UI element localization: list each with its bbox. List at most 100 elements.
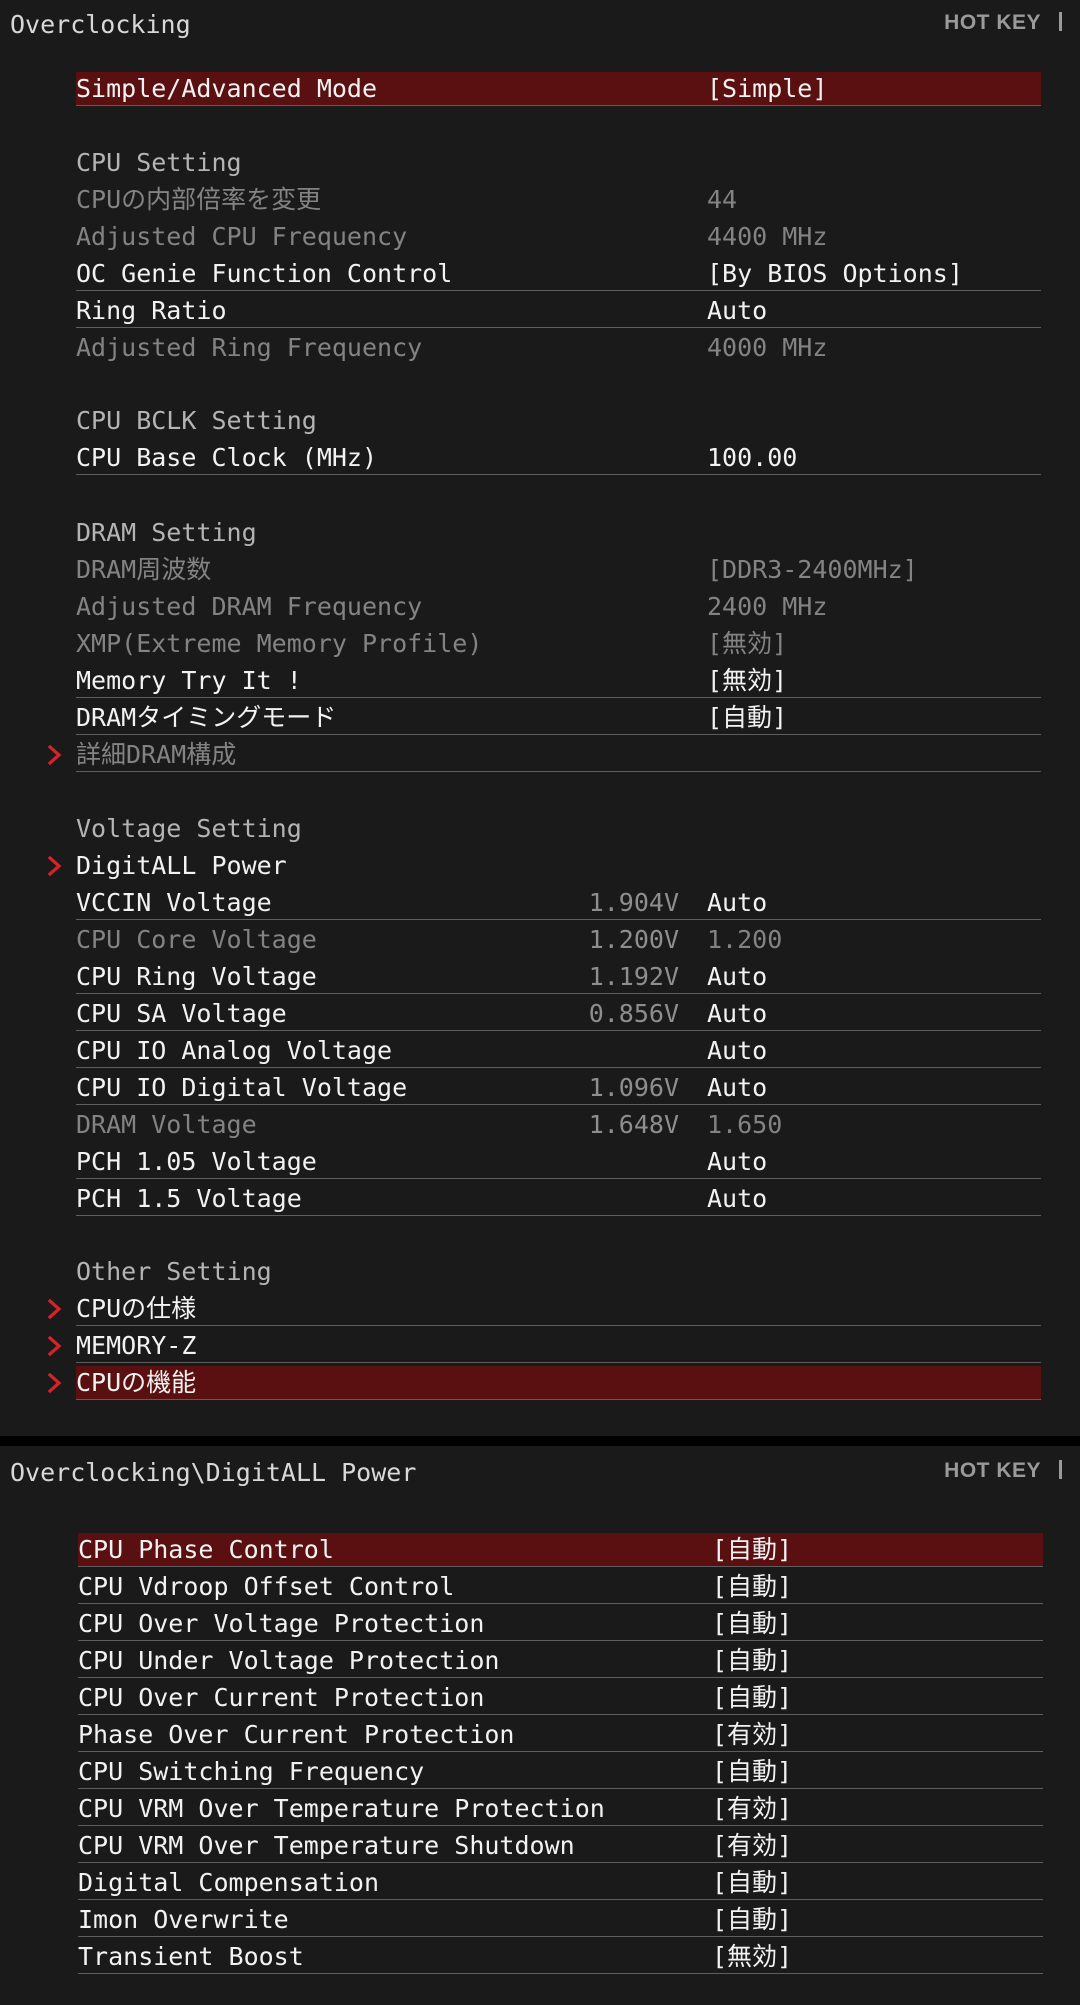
setting-label: CPU Over Voltage Protection xyxy=(78,1609,485,1638)
setting-label: CPU Over Current Protection xyxy=(78,1683,485,1712)
section-header-label: CPU Setting xyxy=(76,148,242,177)
setting-adjusted-ring-frequency: Adjusted Ring Frequency 4000 MHz xyxy=(76,331,1041,364)
setting-label: CPU VRM Over Temperature Shutdown xyxy=(78,1831,575,1860)
page-title: Overclocking xyxy=(10,10,191,39)
setting-transient-boost[interactable]: Transient Boost [無効] xyxy=(78,1940,1043,1974)
setting-label: CPU SA Voltage xyxy=(76,999,287,1028)
setting-label: CPU Switching Frequency xyxy=(78,1757,425,1786)
setting-cpu-sa-voltage[interactable]: CPU SA Voltage 0.856V Auto xyxy=(76,997,1041,1031)
setting-cpu-over-current-protection[interactable]: CPU Over Current Protection [自動] xyxy=(78,1681,1043,1715)
setting-value: 1.650 xyxy=(707,1110,783,1139)
chevron-right-icon xyxy=(47,738,67,771)
hotkey-separator xyxy=(1059,1460,1062,1479)
setting-label: CPU Base Clock (MHz) xyxy=(76,443,378,472)
setting-value: 2400 MHz xyxy=(707,592,828,621)
setting-cpu-phase-control[interactable]: CPU Phase Control [自動] xyxy=(78,1533,1043,1567)
setting-cpu-switching-frequency[interactable]: CPU Switching Frequency [自動] xyxy=(78,1755,1043,1789)
page-title: Overclocking\DigitALL Power xyxy=(10,1458,417,1487)
setting-value: [自動] xyxy=(712,1572,793,1601)
setting-label: OC Genie Function Control xyxy=(76,259,453,288)
setting-value: Auto xyxy=(707,999,768,1028)
digitall-power-panel: Overclocking\DigitALL Power HOT KEY CPU … xyxy=(0,1446,1080,2005)
setting-label: Digital Compensation xyxy=(78,1868,380,1897)
section-header-cpu-bclk: CPU BCLK Setting xyxy=(76,404,1041,437)
hotkey-label: HOT KEY xyxy=(944,11,1041,34)
setting-value: [自動] xyxy=(707,703,788,732)
chevron-right-icon xyxy=(47,1366,67,1399)
setting-cpu-vdroop-offset[interactable]: CPU Vdroop Offset Control [自動] xyxy=(78,1570,1043,1604)
setting-label: CPU IO Analog Voltage xyxy=(76,1036,393,1065)
section-header-label: Voltage Setting xyxy=(76,814,302,843)
setting-ring-ratio[interactable]: Ring Ratio Auto xyxy=(76,294,1041,328)
setting-value: [DDR3-2400MHz] xyxy=(707,555,918,584)
setting-value: Auto xyxy=(707,1184,768,1213)
submenu-memory-z[interactable]: MEMORY-Z xyxy=(76,1329,1041,1363)
setting-xmp: XMP(Extreme Memory Profile) [無効] xyxy=(76,627,1041,660)
setting-value: Auto xyxy=(707,1147,768,1176)
setting-label: CPU Ring Voltage xyxy=(76,962,317,991)
submenu-cpu-features[interactable]: CPUの機能 xyxy=(76,1366,1041,1400)
setting-label: CPU Vdroop Offset Control xyxy=(78,1572,455,1601)
setting-value: [有効] xyxy=(712,1794,793,1823)
setting-value: [有効] xyxy=(712,1831,793,1860)
setting-digital-compensation[interactable]: Digital Compensation [自動] xyxy=(78,1866,1043,1900)
setting-label: CPU Phase Control xyxy=(78,1535,334,1564)
setting-value: [無効] xyxy=(707,629,788,658)
setting-cpu-ratio: CPUの内部倍率を変更 44 xyxy=(76,183,1041,216)
current-voltage-readout: 1.192V xyxy=(588,962,679,991)
setting-value: [自動] xyxy=(712,1535,793,1564)
hotkey-button[interactable]: HOT KEY xyxy=(944,1459,1062,1483)
setting-label: VCCIN Voltage xyxy=(76,888,272,917)
setting-vrm-over-temperature-shutdown[interactable]: CPU VRM Over Temperature Shutdown [有効] xyxy=(78,1829,1043,1863)
setting-imon-overwrite[interactable]: Imon Overwrite [自動] xyxy=(78,1903,1043,1937)
setting-cpu-ring-voltage[interactable]: CPU Ring Voltage 1.192V Auto xyxy=(76,960,1041,994)
chevron-right-icon xyxy=(47,1329,67,1362)
setting-value: [Simple] xyxy=(707,74,828,103)
setting-cpu-io-analog-voltage[interactable]: CPU IO Analog Voltage Auto xyxy=(76,1034,1041,1068)
setting-label: PCH 1.05 Voltage xyxy=(76,1147,317,1176)
hotkey-button[interactable]: HOT KEY xyxy=(944,11,1062,35)
setting-label: Adjusted CPU Frequency xyxy=(76,222,408,251)
setting-cpu-base-clock[interactable]: CPU Base Clock (MHz) 100.00 xyxy=(76,441,1041,475)
submenu-digitall-power[interactable]: DigitALL Power xyxy=(76,849,1041,882)
setting-oc-genie-function-control[interactable]: OC Genie Function Control [By BIOS Optio… xyxy=(76,257,1041,291)
setting-memory-try-it[interactable]: Memory Try It ! [無効] xyxy=(76,664,1041,698)
setting-value: [自動] xyxy=(712,1757,793,1786)
section-header-label: CPU BCLK Setting xyxy=(76,406,317,435)
setting-vccin-voltage[interactable]: VCCIN Voltage 1.904V Auto xyxy=(76,886,1041,920)
setting-cpu-under-voltage-protection[interactable]: CPU Under Voltage Protection [自動] xyxy=(78,1644,1043,1678)
setting-dram-frequency: DRAM周波数 [DDR3-2400MHz] xyxy=(76,553,1041,586)
section-header-voltage: Voltage Setting xyxy=(76,812,1041,845)
section-header-label: Other Setting xyxy=(76,1257,272,1286)
setting-pch-15-voltage[interactable]: PCH 1.5 Voltage Auto xyxy=(76,1182,1041,1216)
setting-label: MEMORY-Z xyxy=(76,1331,197,1360)
setting-dram-timing-mode[interactable]: DRAMタイミングモード [自動] xyxy=(76,701,1041,735)
setting-value: Auto xyxy=(707,888,768,917)
setting-label: DigitALL Power xyxy=(76,851,287,880)
setting-cpu-over-voltage-protection[interactable]: CPU Over Voltage Protection [自動] xyxy=(78,1607,1043,1641)
setting-label: Adjusted DRAM Frequency xyxy=(76,592,423,621)
setting-vrm-over-temperature-protection[interactable]: CPU VRM Over Temperature Protection [有効] xyxy=(78,1792,1043,1826)
setting-label: DRAMタイミングモード xyxy=(76,703,337,732)
setting-value: [無効] xyxy=(707,666,788,695)
section-header-dram: DRAM Setting xyxy=(76,516,1041,549)
setting-cpu-io-digital-voltage[interactable]: CPU IO Digital Voltage 1.096V Auto xyxy=(76,1071,1041,1105)
submenu-cpu-specifications[interactable]: CPUの仕様 xyxy=(76,1292,1041,1326)
setting-label: PCH 1.5 Voltage xyxy=(76,1184,302,1213)
setting-value: 4400 MHz xyxy=(707,222,828,251)
setting-phase-over-current-protection[interactable]: Phase Over Current Protection [有効] xyxy=(78,1718,1043,1752)
setting-label: Ring Ratio xyxy=(76,296,227,325)
setting-value: Auto xyxy=(707,296,768,325)
setting-value: 100.00 xyxy=(707,443,798,472)
submenu-advanced-dram-config[interactable]: 詳細DRAM構成 xyxy=(76,738,1041,772)
setting-value: [無効] xyxy=(712,1942,793,1971)
chevron-right-icon xyxy=(47,1292,67,1325)
setting-value: [自動] xyxy=(712,1609,793,1638)
setting-label: CPU Under Voltage Protection xyxy=(78,1646,500,1675)
setting-value: Auto xyxy=(707,1036,768,1065)
setting-simple-advanced-mode[interactable]: Simple/Advanced Mode [Simple] xyxy=(76,72,1041,106)
setting-label: CPUの仕様 xyxy=(76,1294,197,1323)
setting-label: CPUの機能 xyxy=(76,1368,197,1397)
setting-value: [自動] xyxy=(712,1905,793,1934)
setting-pch-105-voltage[interactable]: PCH 1.05 Voltage Auto xyxy=(76,1145,1041,1179)
